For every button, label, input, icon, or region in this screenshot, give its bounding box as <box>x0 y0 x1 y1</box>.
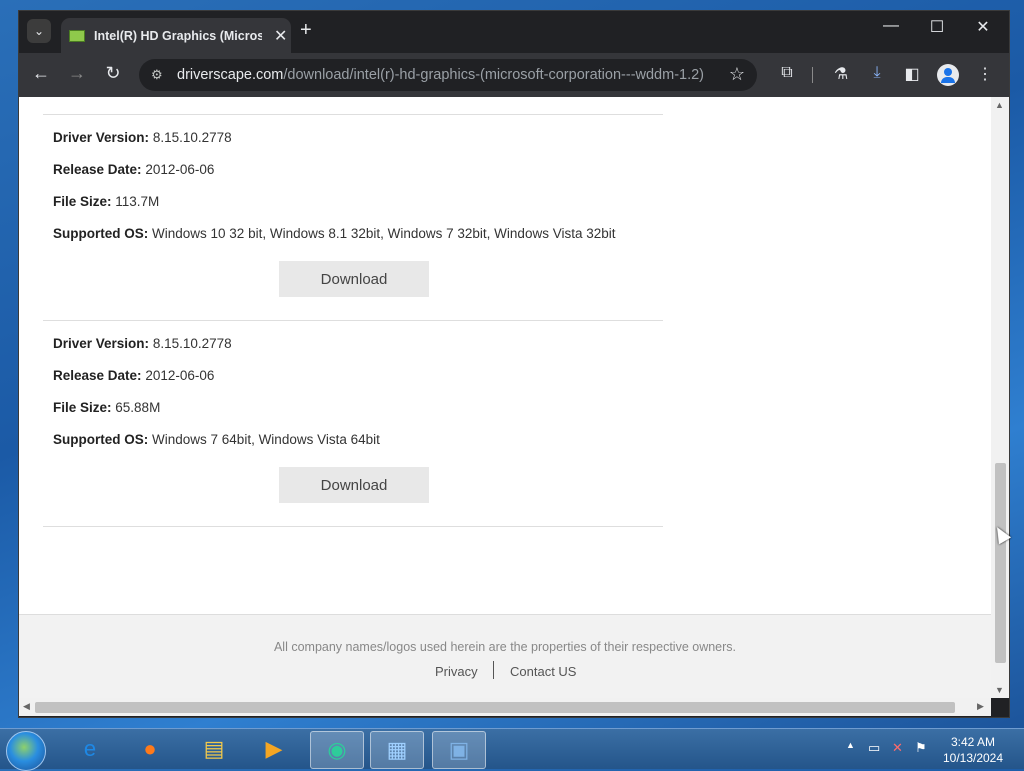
menu-icon[interactable]: ⋮ <box>974 64 996 84</box>
extensions-icon[interactable]: ⧉ <box>776 64 798 82</box>
driver-version-value: 8.15.10.2778 <box>152 130 232 145</box>
release-date-row: Release Date: 2012-06-06 <box>53 162 214 177</box>
release-date-label: Release Date: <box>53 368 142 383</box>
scroll-right-icon[interactable]: ▶ <box>977 701 984 712</box>
firefox-icon[interactable]: ● <box>124 731 176 767</box>
site-info-icon[interactable]: ⚙ <box>151 67 169 83</box>
file-size-value: 113.7M <box>115 194 160 209</box>
contact-link[interactable]: Contact US <box>510 664 576 679</box>
site-favicon-icon <box>69 29 85 42</box>
bookmark-star-icon[interactable]: ☆ <box>729 64 745 85</box>
tab-title: Intel(R) HD Graphics (Microsof <box>94 28 262 43</box>
release-date-value: 2012-06-06 <box>145 368 215 383</box>
clock[interactable]: 3:42 AM 10/13/2024 <box>938 734 1008 766</box>
supported-os-label: Supported OS: <box>53 432 149 447</box>
file-explorer-icon[interactable]: ▤ <box>188 731 240 767</box>
browser-toolbar: ← → ↻ ⚙ driverscape.com/download/intel(r… <box>19 53 1009 97</box>
control-panel-icon[interactable]: ▦ <box>370 731 424 769</box>
download-button[interactable]: Download <box>279 261 429 297</box>
footer-note: All company names/logos used herein are … <box>273 640 737 654</box>
divider <box>43 320 663 321</box>
supported-os-value: Windows 7 64bit, Windows Vista 64bit <box>152 432 380 447</box>
url-host: driverscape.com <box>177 67 284 83</box>
minimize-icon[interactable]: — <box>871 17 911 35</box>
driver-version-row: Driver Version: 8.15.10.2778 <box>53 336 232 351</box>
tab-strip: ⌄ Intel(R) HD Graphics (Microsof ✕ + — ☐… <box>19 11 1009 53</box>
volume-muted-icon[interactable]: ✕ <box>892 740 903 756</box>
divider <box>43 526 663 527</box>
clock-date: 10/13/2024 <box>942 751 1004 765</box>
driver-version-label: Driver Version: <box>53 130 150 145</box>
chrome-taskbar-icon[interactable]: ◉ <box>310 731 364 769</box>
scroll-down-icon[interactable]: ▼ <box>995 685 1004 695</box>
supported-os-value: Windows 10 32 bit, Windows 8.1 32bit, Wi… <box>152 226 616 241</box>
page-content: Driver Version: 8.15.10.2778 Release Dat… <box>19 97 991 698</box>
release-date-row: Release Date: 2012-06-06 <box>53 368 214 383</box>
release-date-value: 2012-06-06 <box>145 162 215 177</box>
vertical-scroll-thumb[interactable] <box>995 463 1006 663</box>
driver-version-row: Driver Version: 8.15.10.2778 <box>53 130 232 145</box>
download-icon[interactable]: ⤓ <box>866 64 888 82</box>
horizontal-scroll-thumb[interactable] <box>35 702 955 713</box>
reload-icon[interactable]: ↻ <box>101 63 125 84</box>
supported-os-row: Supported OS: Windows 10 32 bit, Windows… <box>53 226 616 241</box>
tab-active[interactable]: Intel(R) HD Graphics (Microsof ✕ <box>61 18 291 53</box>
forward-icon[interactable]: → <box>65 63 89 84</box>
file-size-label: File Size: <box>53 194 112 209</box>
privacy-link[interactable]: Privacy <box>435 664 478 679</box>
scroll-left-icon[interactable]: ◀ <box>23 701 30 712</box>
footer-divider <box>493 661 494 679</box>
side-panel-icon[interactable]: ◧ <box>901 64 923 84</box>
browser-window: ⌄ Intel(R) HD Graphics (Microsof ✕ + — ☐… <box>18 10 1010 718</box>
back-icon[interactable]: ← <box>29 63 53 84</box>
vertical-scrollbar[interactable]: ▲ ▼ <box>991 97 1009 698</box>
tray-expand-icon[interactable]: ▲ <box>846 740 855 750</box>
labs-icon[interactable]: ⚗ <box>830 64 852 84</box>
page-footer: All company names/logos used herein are … <box>19 614 991 698</box>
download-button[interactable]: Download <box>279 467 429 503</box>
address-bar[interactable]: ⚙ driverscape.com/download/intel(r)-hd-g… <box>139 59 757 91</box>
file-size-label: File Size: <box>53 400 112 415</box>
supported-os-row: Supported OS: Windows 7 64bit, Windows V… <box>53 432 380 447</box>
file-size-value: 65.88M <box>115 400 161 415</box>
supported-os-label: Supported OS: <box>53 226 149 241</box>
url-text[interactable]: driverscape.com/download/intel(r)-hd-gra… <box>177 67 704 83</box>
driver-version-value: 8.15.10.2778 <box>152 336 232 351</box>
toolbar-divider <box>812 67 813 83</box>
profile-avatar[interactable] <box>937 64 959 86</box>
horizontal-scrollbar[interactable]: ◀ ▶ <box>19 698 991 716</box>
file-size-row: File Size: 65.88M <box>53 400 160 415</box>
clock-time: 3:42 AM <box>950 735 996 749</box>
media-player-icon[interactable]: ▶ <box>248 731 300 767</box>
start-button[interactable] <box>6 731 46 771</box>
release-date-label: Release Date: <box>53 162 142 177</box>
display-settings-icon[interactable]: ▣ <box>432 731 486 769</box>
maximize-icon[interactable]: ☐ <box>917 17 957 37</box>
driver-version-label: Driver Version: <box>53 336 150 351</box>
file-size-row: File Size: 113.7M <box>53 194 159 209</box>
action-center-flag-icon[interactable]: ⚑ <box>915 740 927 756</box>
url-path: /download/intel(r)-hd-graphics-(microsof… <box>283 67 705 83</box>
tab-close-icon[interactable]: ✕ <box>274 26 287 46</box>
divider <box>43 114 663 115</box>
new-tab-icon[interactable]: + <box>300 19 312 42</box>
network-icon[interactable]: ▭ <box>868 740 880 756</box>
taskbar: e ● ▤ ▶ ◉ ▦ ▣ ▲ ▭ ✕ ⚑ 3:42 AM 10/13/2024 <box>0 728 1024 771</box>
internet-explorer-icon[interactable]: e <box>64 731 116 767</box>
scroll-up-icon[interactable]: ▲ <box>995 100 1004 110</box>
tab-search-icon[interactable]: ⌄ <box>27 19 51 43</box>
close-window-icon[interactable]: ✕ <box>963 17 1003 37</box>
